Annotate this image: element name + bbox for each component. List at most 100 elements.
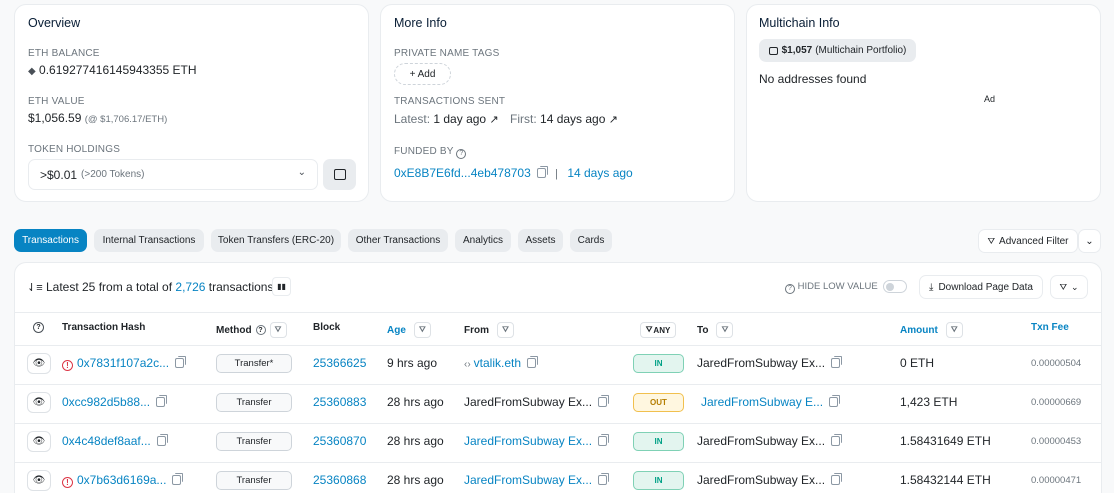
- method-badge: Transfer: [216, 471, 292, 490]
- tab-cards[interactable]: Cards: [570, 229, 612, 252]
- eye-icon: 👁: [32, 358, 46, 369]
- filter-icon: ⛛: [987, 235, 996, 246]
- copy-icon[interactable]: [156, 395, 168, 407]
- eye-icon: 👁: [32, 397, 46, 408]
- preview-button[interactable]: 👁: [27, 431, 51, 452]
- advanced-filter-button[interactable]: ⛛ Advanced Filter: [978, 229, 1078, 253]
- tx-sent-values: Latest: 1 day ago ↗ First: 14 days ago ↗: [394, 112, 618, 126]
- wallet-icon: [333, 169, 346, 180]
- token-portfolio-button[interactable]: [323, 159, 356, 190]
- code-icon: ‹›: [464, 359, 471, 370]
- tx-hash-link[interactable]: 0x7831f107a2c...: [77, 356, 169, 370]
- from-address[interactable]: JaredFromSubway Ex...: [464, 473, 592, 487]
- copy-icon[interactable]: [831, 356, 843, 368]
- download-button[interactable]: ⤓ Download Page Data: [919, 275, 1043, 299]
- filter-dropdown-button[interactable]: ⛛ ⌄: [1050, 275, 1088, 299]
- chart-button[interactable]: ▮▮: [272, 277, 291, 296]
- arrow-up-right-icon[interactable]: ↗: [489, 114, 498, 126]
- question-circle-icon: ?: [33, 322, 44, 333]
- add-tag-button[interactable]: + Add: [394, 63, 451, 85]
- filter-icon[interactable]: ⛛: [716, 322, 734, 338]
- copy-icon[interactable]: [536, 166, 548, 178]
- copy-icon[interactable]: [829, 395, 841, 407]
- chevron-down-icon: ⌄: [1071, 281, 1079, 292]
- copy-icon[interactable]: [598, 395, 610, 407]
- filter-icon[interactable]: ⛛: [945, 322, 963, 338]
- col-header-hash: Transaction Hash: [62, 322, 146, 333]
- to-address: JaredFromSubway Ex...: [697, 473, 826, 487]
- more-info-card: More Info PRIVATE NAME TAGS + Add TRANSA…: [380, 4, 735, 202]
- copy-icon[interactable]: [831, 473, 843, 485]
- tx-hash-cell: ! 0x7831f107a2c...: [62, 356, 187, 371]
- copy-icon[interactable]: [156, 434, 168, 446]
- method-badge: Transfer: [216, 432, 292, 451]
- token-holdings-dropdown[interactable]: >$0.01 (>200 Tokens) ⌄: [28, 159, 318, 190]
- eth-value-label: ETH VALUE: [28, 96, 85, 107]
- eth-price: (@ $1,706.17/ETH): [84, 114, 168, 125]
- tx-hash-cell: 0x4c48def8aaf...: [62, 434, 168, 448]
- tx-count-link[interactable]: 2,726: [175, 280, 205, 294]
- tab-assets[interactable]: Assets: [518, 229, 563, 252]
- filter-icon[interactable]: ⛛: [413, 322, 431, 338]
- filter-icon[interactable]: ⛛: [497, 322, 514, 338]
- question-circle-icon[interactable]: ?: [456, 148, 467, 159]
- from-address[interactable]: JaredFromSubway Ex...: [464, 434, 592, 448]
- arrow-up-right-icon[interactable]: ↗: [609, 114, 618, 126]
- preview-button[interactable]: 👁: [27, 470, 51, 491]
- tab-analytics[interactable]: Analytics: [455, 229, 511, 252]
- funded-address-link[interactable]: 0xE8B7E6fd...4eb478703: [394, 166, 531, 180]
- eye-icon: 👁: [32, 436, 46, 447]
- latest-tx-link[interactable]: 1 day ago: [433, 112, 486, 126]
- copy-icon[interactable]: [527, 356, 539, 368]
- preview-button[interactable]: 👁: [27, 353, 51, 374]
- col-header-direction[interactable]: ⛛ ANY: [640, 322, 676, 338]
- tab-transactions[interactable]: Transactions: [14, 229, 87, 252]
- from-cell: JaredFromSubway Ex...: [464, 395, 610, 409]
- hide-low-value-toggle[interactable]: [883, 280, 907, 293]
- to-address[interactable]: JaredFromSubway E...: [701, 395, 823, 409]
- col-header-block: Block: [313, 322, 341, 333]
- chevron-down-icon: ⌄: [1085, 235, 1094, 247]
- copy-icon[interactable]: [172, 473, 184, 485]
- col-header-from: From ⛛: [464, 322, 514, 338]
- block-link[interactable]: 25360870: [313, 434, 366, 448]
- col-header-amount[interactable]: Amount ⛛: [900, 322, 963, 338]
- amount-cell: 0 ETH: [900, 356, 935, 370]
- block-link[interactable]: 25360868: [313, 473, 366, 487]
- direction-filter-button[interactable]: ⛛ ANY: [640, 322, 676, 338]
- from-address: JaredFromSubway Ex...: [464, 395, 593, 409]
- copy-icon[interactable]: [175, 356, 187, 368]
- info-column-icon[interactable]: ?: [33, 322, 44, 333]
- funded-age-link[interactable]: 14 days ago: [567, 166, 632, 180]
- copy-icon[interactable]: [598, 434, 610, 446]
- from-cell: JaredFromSubway Ex...: [464, 434, 610, 448]
- block-link[interactable]: 25360883: [313, 395, 366, 409]
- no-addresses-text: No addresses found: [759, 72, 867, 86]
- to-cell: JaredFromSubway Ex...: [697, 473, 843, 487]
- tab-token-transfers[interactable]: Token Transfers (ERC-20): [211, 229, 341, 252]
- overview-card: Overview ETH BALANCE ◆ 0.619277416145943…: [14, 4, 369, 202]
- col-header-fee[interactable]: Txn Fee: [1031, 322, 1069, 333]
- filter-icon[interactable]: ⛛: [269, 322, 287, 338]
- eth-diamond-icon: ◆: [28, 66, 36, 77]
- tx-hash-link[interactable]: 0x4c48def8aaf...: [62, 434, 151, 448]
- multichain-portfolio-button[interactable]: $1,057 (Multichain Portfolio): [759, 39, 916, 62]
- tab-other-transactions[interactable]: Other Transactions: [348, 229, 448, 252]
- tx-hash-link[interactable]: 0x7b63d6169a...: [77, 473, 166, 487]
- to-address: JaredFromSubway Ex...: [697, 434, 826, 448]
- first-tx-link[interactable]: 14 days ago: [540, 112, 605, 126]
- advanced-filter-dropdown[interactable]: ⌄: [1078, 229, 1101, 253]
- tx-hash-link[interactable]: 0xcc982d5b88...: [62, 395, 150, 409]
- token-holdings-label: TOKEN HOLDINGS: [28, 144, 121, 155]
- col-header-age[interactable]: Age ⛛: [387, 322, 431, 338]
- question-circle-icon[interactable]: ?: [785, 283, 795, 294]
- chevron-down-icon: ⌄: [297, 167, 306, 178]
- block-link[interactable]: 25366625: [313, 356, 366, 370]
- from-address[interactable]: vtalik.eth: [474, 356, 521, 370]
- question-circle-icon[interactable]: ?: [255, 325, 266, 335]
- fee-cell: 0.00000471: [1031, 475, 1082, 486]
- copy-icon[interactable]: [598, 473, 610, 485]
- copy-icon[interactable]: [831, 434, 843, 446]
- preview-button[interactable]: 👁: [27, 392, 51, 413]
- tab-internal-transactions[interactable]: Internal Transactions: [94, 229, 204, 252]
